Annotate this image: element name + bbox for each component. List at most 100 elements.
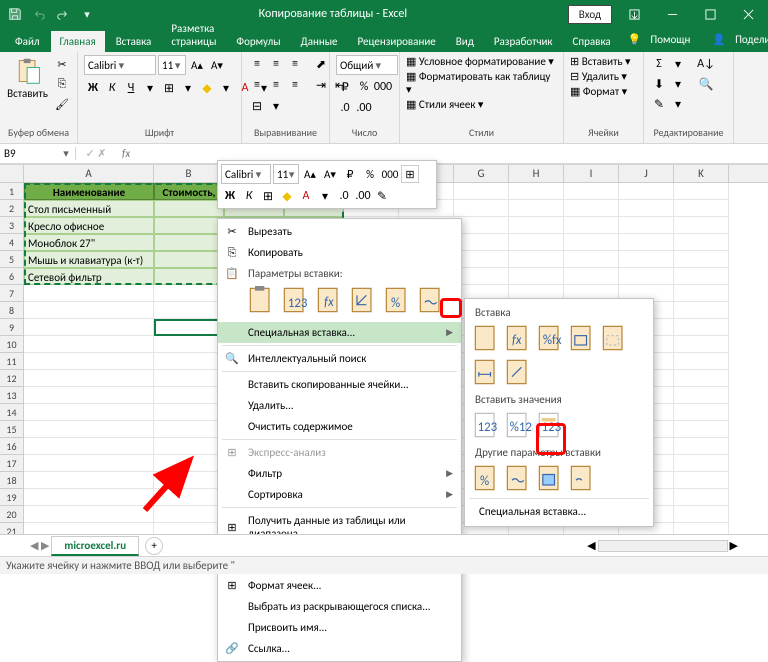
paste-noborder-icon[interactable] bbox=[601, 324, 629, 354]
cell[interactable] bbox=[674, 319, 729, 336]
paste-other2-icon[interactable] bbox=[505, 464, 533, 494]
tab-home[interactable]: Главная bbox=[51, 31, 105, 52]
cell[interactable]: Кресло офисное bbox=[24, 217, 154, 234]
col-header[interactable]: K bbox=[674, 165, 729, 182]
cell[interactable] bbox=[674, 472, 729, 489]
row-header[interactable]: 5 bbox=[0, 251, 24, 268]
cell[interactable] bbox=[454, 200, 509, 217]
cell[interactable] bbox=[154, 421, 224, 438]
cell[interactable] bbox=[154, 489, 224, 506]
cell[interactable] bbox=[154, 200, 224, 217]
cell[interactable] bbox=[24, 489, 154, 506]
paste-linked-pic-icon[interactable] bbox=[569, 464, 597, 494]
paste-link-icon[interactable] bbox=[418, 286, 446, 316]
cell[interactable] bbox=[674, 506, 729, 523]
horizontal-scrollbar[interactable]: ◀▶ bbox=[587, 539, 768, 552]
cell[interactable] bbox=[564, 183, 619, 200]
cell[interactable] bbox=[674, 268, 729, 285]
cell[interactable] bbox=[674, 336, 729, 353]
cell[interactable] bbox=[454, 234, 509, 251]
cell[interactable] bbox=[154, 217, 224, 234]
paste-fmt-icon[interactable]: %fx bbox=[537, 324, 565, 354]
cell[interactable] bbox=[24, 370, 154, 387]
decrease-font-icon[interactable]: A▾ bbox=[208, 56, 226, 74]
tell-me[interactable]: 💡 Помощн bbox=[622, 27, 703, 52]
cell[interactable] bbox=[674, 302, 729, 319]
cell-styles[interactable]: ▦ Стили ячеек ▾ bbox=[406, 98, 483, 111]
col-header[interactable]: H bbox=[509, 165, 564, 182]
col-header[interactable]: B bbox=[154, 165, 224, 182]
copy-icon[interactable]: ⎘ bbox=[53, 75, 71, 93]
menu-link[interactable]: 🔗Ссылка... bbox=[218, 638, 461, 659]
tab-review[interactable]: Рецензирование bbox=[349, 31, 445, 52]
login-button[interactable]: Вход bbox=[568, 5, 612, 24]
cell[interactable]: Стоимость, bbox=[154, 183, 224, 200]
cell[interactable] bbox=[154, 455, 224, 472]
row-header[interactable]: 4 bbox=[0, 234, 24, 251]
cell[interactable] bbox=[154, 353, 224, 370]
paste-formulas-icon[interactable]: fx bbox=[316, 286, 344, 316]
paste-transpose2-icon[interactable] bbox=[505, 358, 533, 388]
cell[interactable] bbox=[564, 217, 619, 234]
cell[interactable] bbox=[564, 268, 619, 285]
paste-val1-icon[interactable]: 123 bbox=[473, 411, 501, 441]
col-header[interactable]: J bbox=[619, 165, 674, 182]
close-icon[interactable] bbox=[732, 1, 764, 27]
cell[interactable] bbox=[454, 251, 509, 268]
cell[interactable] bbox=[674, 438, 729, 455]
insert-cells[interactable]: ⊞ Вставить ▾ bbox=[570, 55, 631, 68]
cell[interactable] bbox=[154, 234, 224, 251]
mini-font-size[interactable]: 11▾ bbox=[273, 164, 299, 184]
menu-cut[interactable]: ✂Вырезать bbox=[218, 221, 461, 242]
cell[interactable] bbox=[154, 268, 224, 285]
cell[interactable] bbox=[674, 200, 729, 217]
format-cells[interactable]: ▦ Формат ▾ bbox=[570, 85, 627, 98]
bold-button[interactable]: Ж bbox=[84, 79, 102, 97]
cell[interactable] bbox=[619, 217, 674, 234]
cell[interactable] bbox=[674, 489, 729, 506]
cell[interactable] bbox=[674, 421, 729, 438]
row-header[interactable]: 1 bbox=[0, 183, 24, 200]
font-size-select[interactable]: 11▾ bbox=[158, 55, 186, 75]
cell[interactable] bbox=[509, 234, 564, 251]
merge-icon[interactable]: ⊟ bbox=[248, 97, 266, 115]
cell[interactable] bbox=[154, 336, 224, 353]
cell[interactable] bbox=[564, 234, 619, 251]
paste-icon[interactable] bbox=[248, 286, 276, 316]
cell[interactable] bbox=[24, 506, 154, 523]
cell[interactable] bbox=[674, 251, 729, 268]
cell[interactable] bbox=[154, 370, 224, 387]
cell[interactable] bbox=[619, 234, 674, 251]
paste-formatting-icon[interactable]: % bbox=[384, 286, 412, 316]
tab-data[interactable]: Данные bbox=[292, 31, 347, 52]
menu-sort[interactable]: Сортировка▶ bbox=[218, 484, 461, 505]
col-header[interactable]: A bbox=[24, 165, 154, 182]
maximize-icon[interactable] bbox=[694, 1, 726, 27]
paste-border-icon[interactable] bbox=[569, 324, 597, 354]
cell[interactable] bbox=[674, 285, 729, 302]
paste-picture-icon[interactable] bbox=[537, 464, 565, 494]
menu-insert-copied[interactable]: Вставить скопированные ячейки... bbox=[218, 374, 461, 395]
cell[interactable] bbox=[154, 387, 224, 404]
row-header[interactable]: 7 bbox=[0, 285, 24, 302]
cell[interactable] bbox=[509, 268, 564, 285]
cell[interactable] bbox=[24, 336, 154, 353]
ribbon-options-icon[interactable] bbox=[618, 1, 650, 27]
cell[interactable] bbox=[154, 285, 224, 302]
tab-insert[interactable]: Вставка bbox=[107, 31, 161, 52]
menu-clear[interactable]: Очистить содержимое bbox=[218, 416, 461, 437]
paste-fx-icon[interactable]: fx bbox=[505, 324, 533, 354]
mini-toolbar[interactable]: Calibri▾ 11▾ A▴A▾ ₽%000 ⊞ ЖК ⊞◆A▾ .0.00✎ bbox=[217, 160, 437, 209]
format-painter-icon[interactable]: 🖌 bbox=[53, 95, 71, 113]
cell[interactable] bbox=[619, 268, 674, 285]
format-as-table[interactable]: ▦ Форматировать как таблицу ▾ bbox=[406, 70, 557, 96]
number-format-select[interactable]: Общий▾ bbox=[336, 55, 398, 75]
row-header[interactable]: 14 bbox=[0, 404, 24, 421]
cell[interactable] bbox=[619, 183, 674, 200]
cell[interactable] bbox=[24, 387, 154, 404]
delete-cells[interactable]: ⊟ Удалить ▾ bbox=[570, 70, 627, 83]
add-sheet-button[interactable]: + bbox=[145, 537, 163, 555]
menu-paste-special[interactable]: Специальная вставка...▶ bbox=[218, 322, 461, 343]
cell[interactable] bbox=[154, 251, 224, 268]
cell[interactable] bbox=[154, 404, 224, 421]
